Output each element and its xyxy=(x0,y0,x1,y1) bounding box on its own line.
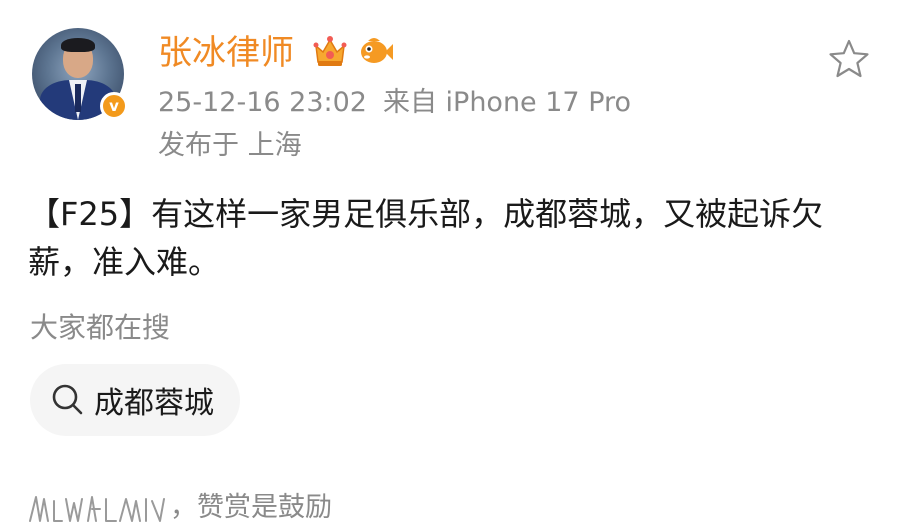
author-name[interactable]: 张冰律师 xyxy=(158,32,294,74)
trending-search-chip[interactable]: 成都蓉城 xyxy=(30,364,240,436)
trending-search-text: 成都蓉城 xyxy=(94,386,214,421)
star-icon[interactable] xyxy=(828,38,870,80)
post-location: 发布于 上海 xyxy=(158,130,302,161)
verified-badge-icon: v xyxy=(100,92,128,120)
post-source: 来自 iPhone 17 Pro xyxy=(382,87,632,118)
trending-search-label: 大家都在搜 xyxy=(30,311,171,344)
post-datetime: 25-12-16 23:02 xyxy=(158,87,367,118)
handwritten-scribble xyxy=(29,496,165,522)
reward-line[interactable]: ，赞赏是鼓励 xyxy=(28,488,332,528)
fish-badge-icon[interactable] xyxy=(358,34,394,68)
avatar[interactable]: v xyxy=(32,28,128,120)
reward-text: ，赞赏是鼓励 xyxy=(170,492,332,523)
post-meta: 25-12-16 23:02 来自 iPhone 17 Pro xyxy=(158,86,631,120)
post-body: 【F25】有这样一家男足俱乐部，成都蓉城，又被起诉欠薪，准入难。 xyxy=(28,195,824,281)
crown-badge-icon[interactable] xyxy=(312,34,348,70)
search-icon xyxy=(52,384,83,415)
